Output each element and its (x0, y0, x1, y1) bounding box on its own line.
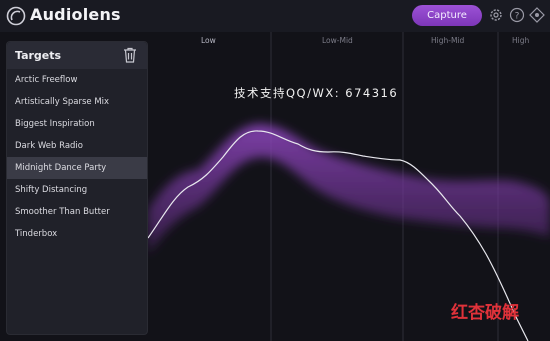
target-item-midnight-dance-party[interactable]: Midnight Dance Party (7, 157, 147, 179)
target-item-smoother-than-butter[interactable]: Smoother Than Butter (7, 201, 147, 223)
effects-icon[interactable] (529, 7, 545, 23)
watermark-text: 技术支持QQ/WX: 674316 (234, 86, 399, 100)
band-label-low: Low (201, 36, 216, 45)
target-range-band (148, 124, 550, 254)
audiolens-logo-icon (6, 6, 26, 26)
corner-watermark: 红杏破解 (451, 303, 519, 323)
target-item-arctic-freeflow[interactable]: Arctic Freeflow (7, 69, 147, 91)
settings-gear-icon[interactable] (488, 7, 504, 23)
trash-icon[interactable] (123, 47, 137, 63)
target-item-tinderbox[interactable]: Tinderbox (7, 223, 147, 245)
spectrum-plot (148, 32, 550, 341)
target-item-artistically-sparse-mix[interactable]: Artistically Sparse Mix (7, 91, 147, 113)
spectrum-graph: Low Low-Mid High-Mid High 技术支持QQ/WX: 674… (148, 32, 550, 341)
target-item-biggest-inspiration[interactable]: Biggest Inspiration (7, 113, 147, 135)
help-icon[interactable]: ? (509, 7, 525, 23)
band-label-high-mid: High-Mid (431, 36, 465, 45)
band-label-low-mid: Low-Mid (322, 36, 353, 45)
targets-panel: Targets Arctic Freeflow Artistically Spa… (6, 41, 148, 335)
top-bar: Audiolens Capture ? (0, 0, 550, 32)
app-title: Audiolens (30, 5, 121, 24)
targets-header: Targets (7, 42, 147, 69)
svg-text:?: ? (515, 12, 520, 22)
capture-button[interactable]: Capture (412, 5, 482, 26)
band-label-high: High (512, 36, 530, 45)
target-item-dark-web-radio[interactable]: Dark Web Radio (7, 135, 147, 157)
targets-list: Arctic Freeflow Artistically Sparse Mix … (7, 69, 147, 245)
targets-title: Targets (15, 49, 62, 62)
target-item-shifty-distancing[interactable]: Shifty Distancing (7, 179, 147, 201)
